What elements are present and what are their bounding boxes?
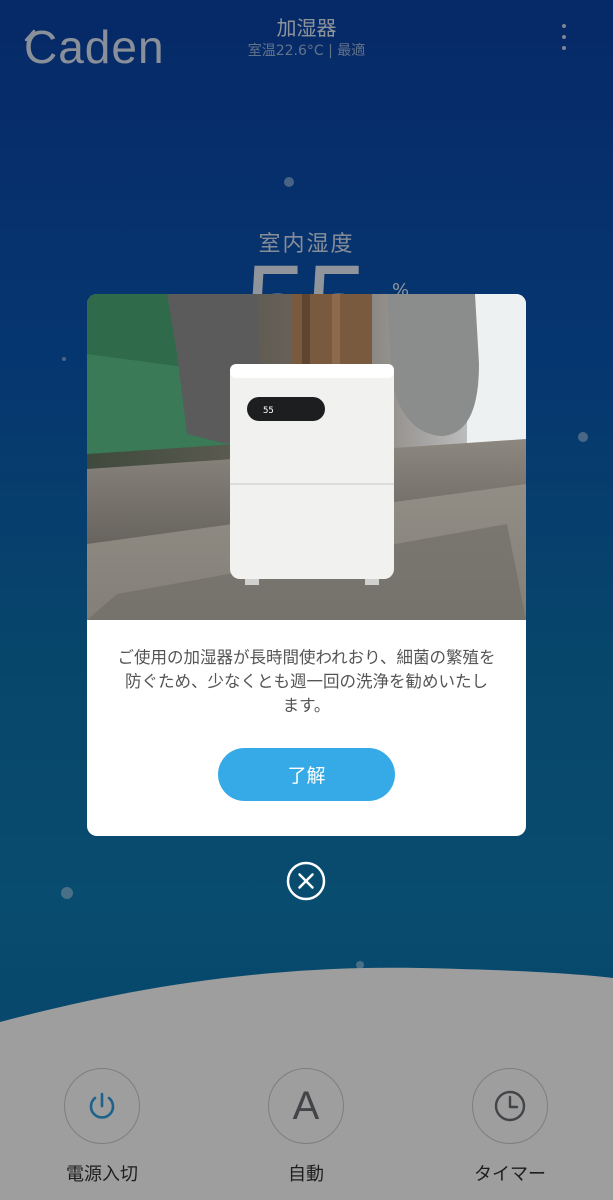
humidifier-photo: 55: [87, 294, 526, 620]
close-icon[interactable]: [286, 861, 326, 901]
cleaning-reminder-dialog: 55 ご使用の加湿器が長時間使われおり、細菌の繁殖を防ぐため、少なくとも週一回の…: [87, 294, 526, 836]
device-display-digits: 55: [263, 406, 274, 416]
dialog-message: ご使用の加湿器が長時間使われおり、細菌の繁殖を防ぐため、少なくとも週一回の洗浄を…: [117, 648, 496, 715]
ok-button[interactable]: 了解: [218, 748, 395, 801]
